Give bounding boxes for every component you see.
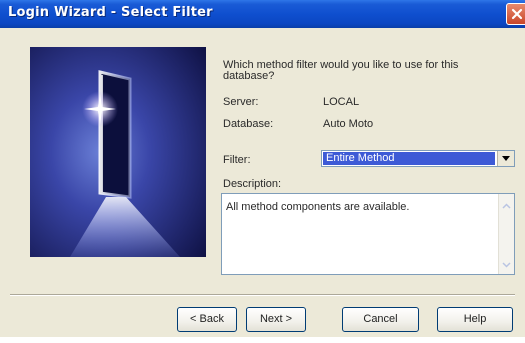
database-label: Database: [223, 118, 274, 130]
description-textbox[interactable]: All method components are available. [221, 193, 515, 275]
filter-label: Filter: [223, 154, 251, 166]
server-value: LOCAL [323, 96, 360, 108]
dropdown-button[interactable] [497, 151, 514, 166]
wizard-illustration [30, 47, 206, 257]
footer-separator [10, 294, 515, 296]
server-label: Server: [223, 96, 259, 108]
help-button[interactable]: Help [437, 307, 513, 332]
cancel-button[interactable]: Cancel [342, 307, 419, 332]
description-scrollbar[interactable] [498, 194, 514, 274]
title-bar[interactable]: Login Wizard - Select Filter [0, 0, 525, 28]
scroll-up-arrow-icon[interactable] [502, 203, 511, 209]
background-strip [0, 337, 525, 343]
next-button[interactable]: Next > [246, 307, 306, 332]
close-icon [511, 8, 523, 20]
scroll-down-arrow-icon[interactable] [502, 262, 511, 268]
login-wizard-dialog: Login Wizard - Select Filter Which metho… [0, 0, 525, 337]
prompt-text: Which method filter would you like to us… [223, 59, 459, 82]
filter-dropdown[interactable]: Entire Method [321, 150, 515, 167]
back-button[interactable]: < Back [177, 307, 237, 332]
chevron-down-icon [502, 156, 510, 161]
database-value: Auto Moto [323, 118, 374, 130]
close-button[interactable] [506, 3, 525, 25]
description-label: Description: [223, 178, 282, 190]
window-title: Login Wizard - Select Filter [8, 5, 213, 20]
description-text: All method components are available. [226, 201, 410, 213]
filter-selected-value: Entire Method [323, 152, 495, 165]
